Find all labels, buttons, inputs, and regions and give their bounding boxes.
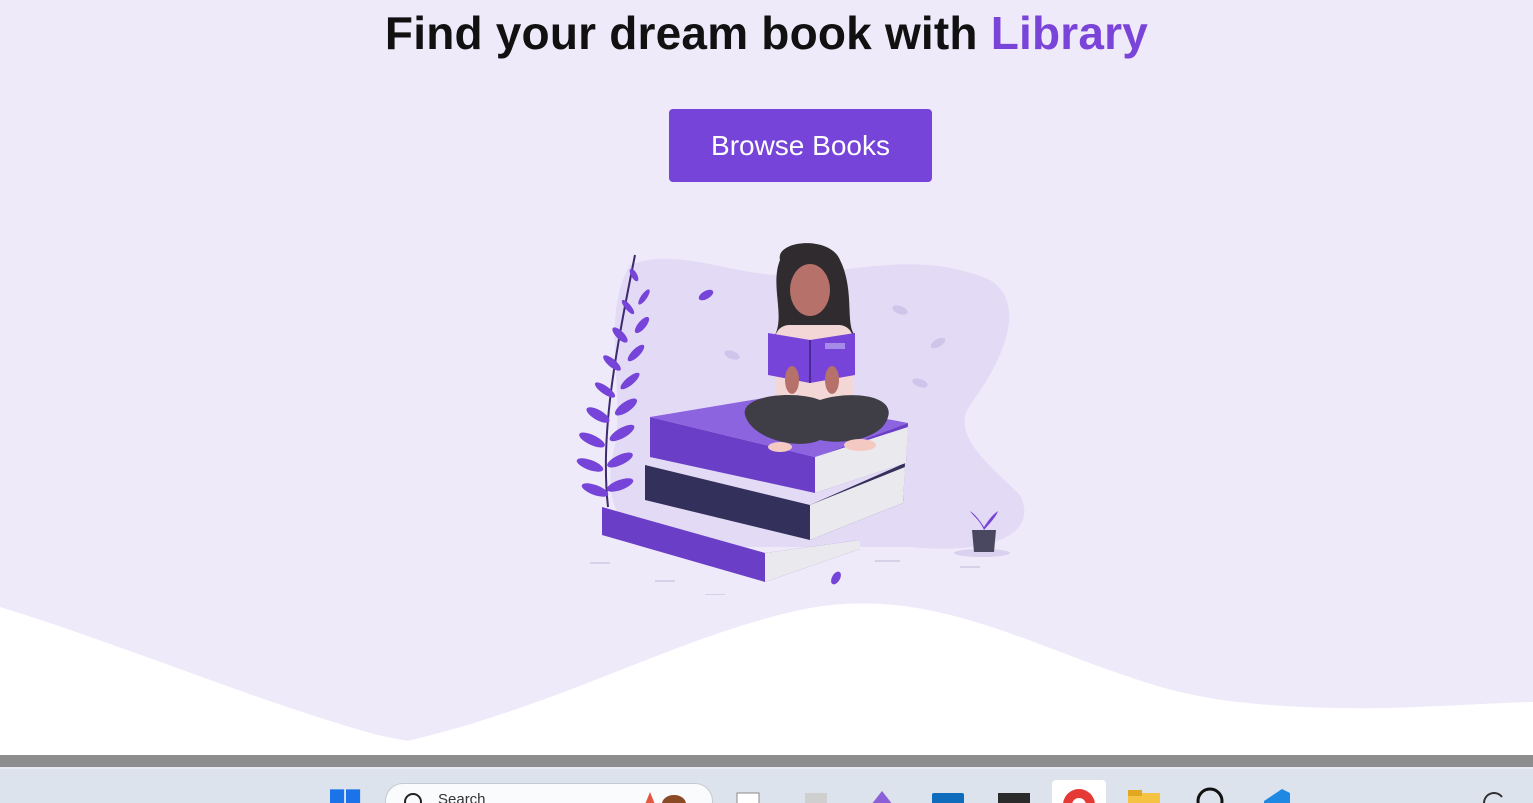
visual-studio-icon[interactable] xyxy=(866,785,898,803)
title-accent-library: Library xyxy=(990,7,1149,59)
chrome-icon[interactable] xyxy=(1052,780,1106,803)
vscode-icon[interactable] xyxy=(1260,785,1292,803)
windows-taskbar: Search xyxy=(0,767,1533,803)
page-title: Find your dream book with Library xyxy=(0,6,1533,60)
outlook-icon[interactable] xyxy=(932,785,964,803)
system-tray-icon[interactable] xyxy=(1475,785,1507,803)
terminal-icon[interactable] xyxy=(998,785,1030,803)
search-icon xyxy=(404,793,422,803)
task-view-icon[interactable] xyxy=(732,785,764,803)
search-placeholder: Search xyxy=(438,791,486,803)
search-highlight-icon xyxy=(645,792,686,803)
title-prefix: Find your dream book with xyxy=(384,7,991,59)
browse-books-button[interactable]: Browse Books xyxy=(669,109,932,182)
taskbar-search-box[interactable]: Search xyxy=(385,783,713,803)
woman-reading-illustration xyxy=(576,243,1025,595)
horizontal-scrollbar[interactable] xyxy=(0,755,1533,767)
windows-start-icon[interactable] xyxy=(330,785,362,803)
file-explorer-icon[interactable] xyxy=(1128,785,1160,803)
app-icon[interactable] xyxy=(800,785,832,803)
hero-section: Find your dream book with Library Browse… xyxy=(0,0,1533,755)
chatgpt-icon[interactable] xyxy=(1194,785,1226,803)
